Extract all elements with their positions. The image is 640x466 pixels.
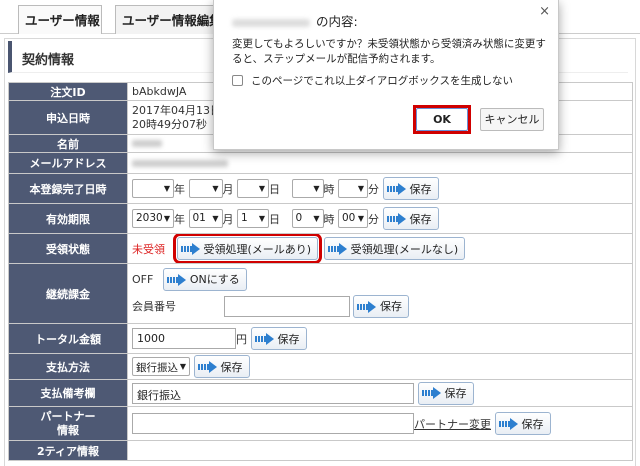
suppress-dialog-label: このページでこれ以上ダイアログボックスを生成しない xyxy=(251,75,513,87)
row-partner: パートナー 情報 パートナー変更 保存 xyxy=(8,406,633,441)
arrow-right-icon xyxy=(327,242,348,255)
expiry-minute-select[interactable]: 00 ▼ xyxy=(338,209,368,228)
dialog-message: 変更してもよろしいですか？未受領状態から受領済み状態に変更すると、ステップメール… xyxy=(232,38,546,65)
expiry-day-select[interactable]: 1 ▼ xyxy=(237,209,269,228)
member-no-input[interactable] xyxy=(223,296,350,317)
partner-input[interactable] xyxy=(132,413,414,434)
chevron-down-icon: ▼ xyxy=(212,184,219,193)
continuous-billing-label: 継続課金 xyxy=(8,263,128,324)
arrow-right-icon xyxy=(197,360,218,373)
arrow-right-icon xyxy=(180,242,201,255)
row-expiry: 有効期限 2030 ▼ 年 01 ▼ 月 1 ▼ 日 0 ▼ 時 00 ▼ 分 保存 xyxy=(8,203,633,234)
reg-minute-select[interactable]: ▼ xyxy=(338,179,368,198)
dialog-title: の内容: xyxy=(232,11,358,30)
tier2-label: 2ティア情報 xyxy=(8,440,128,461)
suppress-dialog-checkbox[interactable]: このページでこれ以上ダイアログボックスを生成しない xyxy=(232,73,513,88)
reg-month-select[interactable]: ▼ xyxy=(188,179,223,198)
order-id-label: 注文ID xyxy=(8,82,128,101)
payment-note-save-button[interactable]: 保存 xyxy=(417,381,474,405)
row-total-amount: トータル金額 1000 円 保存 xyxy=(8,323,633,354)
expiry-month-select[interactable]: 01 ▼ xyxy=(188,209,223,228)
total-amount-label: トータル金額 xyxy=(8,323,128,354)
row-receipt-status: 受領状態 未受領 受領処理(メールあり) 受領処理(メールなし) xyxy=(8,233,633,264)
email-label: メールアドレス xyxy=(8,152,128,174)
total-amount-input[interactable]: 1000 xyxy=(132,328,236,349)
name-label: 名前 xyxy=(8,134,128,153)
cancel-button[interactable]: キャンセル xyxy=(480,108,544,131)
chevron-down-icon: ▼ xyxy=(313,214,320,223)
partner-label: パートナー 情報 xyxy=(8,406,128,441)
close-icon[interactable]: × xyxy=(539,4,550,19)
receipt-no-mail-button[interactable]: 受領処理(メールなし) xyxy=(323,237,466,260)
row-email: メールアドレス xyxy=(8,152,633,174)
chevron-down-icon: ▼ xyxy=(212,214,219,223)
arrow-right-icon xyxy=(357,300,377,313)
expiry-year-select[interactable]: 2030 ▼ xyxy=(132,209,174,228)
row-tier2: 2ティア情報 xyxy=(8,440,633,461)
partner-save-button[interactable]: 保存 xyxy=(494,412,551,435)
row-payment-note: 支払備考欄 銀行振込 保存 xyxy=(8,379,633,407)
chevron-down-icon: ▼ xyxy=(313,184,320,193)
chevron-down-icon: ▼ xyxy=(163,214,170,223)
chevron-down-icon: ▼ xyxy=(357,214,364,223)
arrow-right-icon xyxy=(498,417,519,430)
tab-user-info[interactable]: ユーザー情報 xyxy=(18,5,102,34)
total-amount-save-button[interactable]: 保存 xyxy=(250,327,307,350)
chevron-down-icon: ▼ xyxy=(258,214,265,223)
row-continuous-billing: 継続課金 OFF ONにする 会員番号 保存 xyxy=(8,263,633,324)
chevron-down-icon: ▼ xyxy=(357,184,364,193)
row-registered-at: 本登録完了日時 ▼ 年 ▼ 月 ▼ 日 ▼ 時 ▼ 分 保存 xyxy=(8,173,633,204)
partner-change-link[interactable]: パートナー変更 xyxy=(414,416,491,432)
payment-method-select[interactable]: 銀行振込 ▼ xyxy=(132,357,190,376)
reg-day-select[interactable]: ▼ xyxy=(237,179,269,198)
applied-at-label: 申込日時 xyxy=(8,100,128,135)
checkbox-icon[interactable] xyxy=(232,75,243,86)
member-no-label: 会員番号 xyxy=(132,299,176,313)
expiry-save-button[interactable]: 保存 xyxy=(382,207,439,230)
arrow-right-icon xyxy=(386,212,407,225)
arrow-right-icon xyxy=(421,387,442,399)
payment-method-label: 支払方法 xyxy=(8,353,128,380)
payment-method-save-button[interactable]: 保存 xyxy=(193,355,250,378)
email-value-redacted xyxy=(132,159,228,167)
section-title: 契約情報 xyxy=(22,53,75,68)
chevron-down-icon: ▼ xyxy=(258,184,265,193)
status-badge: 未受領 xyxy=(132,242,165,256)
confirm-dialog: の内容: × 変更してもよろしいですか？未受領状態から受領済み状態に変更すると、… xyxy=(213,0,559,150)
reg-year-select[interactable]: ▼ xyxy=(132,179,174,198)
member-no-save-button[interactable]: 保存 xyxy=(353,295,409,318)
chevron-down-icon: ▼ xyxy=(179,362,186,371)
receipt-status-label: 受領状態 xyxy=(8,233,128,264)
dialog-origin-redacted xyxy=(232,18,310,27)
registered-at-label: 本登録完了日時 xyxy=(8,173,128,204)
name-value-redacted xyxy=(132,140,162,147)
billing-on-button[interactable]: ONにする xyxy=(162,268,247,291)
payment-note-input[interactable]: 銀行振込 xyxy=(132,382,414,404)
arrow-right-icon xyxy=(386,182,407,195)
expiry-label: 有効期限 xyxy=(8,203,128,234)
receipt-with-mail-button[interactable]: 受領処理(メールあり) xyxy=(172,234,323,263)
row-payment-method: 支払方法 銀行振込 ▼ 保存 xyxy=(8,353,633,380)
payment-note-label: 支払備考欄 xyxy=(8,379,128,407)
reg-hour-select[interactable]: ▼ xyxy=(291,179,324,198)
chevron-down-icon: ▼ xyxy=(163,184,170,193)
ok-button[interactable]: OK xyxy=(416,108,468,131)
expiry-hour-select[interactable]: 0 ▼ xyxy=(291,209,324,228)
arrow-right-icon xyxy=(254,332,275,345)
arrow-right-icon xyxy=(166,273,187,286)
tier2-value xyxy=(127,440,633,461)
registered-at-save-button[interactable]: 保存 xyxy=(382,177,439,200)
billing-state: OFF xyxy=(132,272,154,286)
